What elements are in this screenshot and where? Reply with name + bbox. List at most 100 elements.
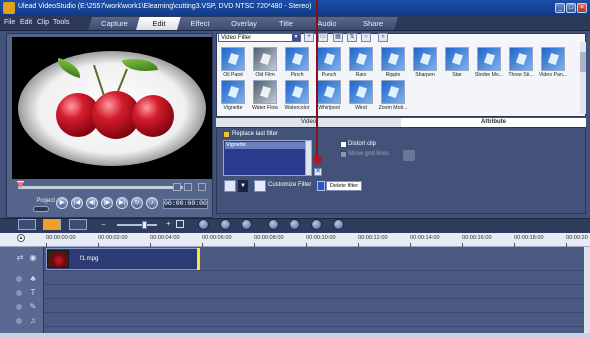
delete-filter-icon[interactable] bbox=[317, 181, 325, 191]
track-visibility-icon[interactable] bbox=[16, 290, 22, 296]
library-scroll-thumb[interactable] bbox=[580, 52, 586, 72]
title-track[interactable] bbox=[44, 285, 584, 299]
library-view-icon[interactable]: ▦ bbox=[333, 33, 343, 42]
undo-icon[interactable] bbox=[220, 219, 231, 230]
zoom-out-icon[interactable]: − bbox=[101, 220, 106, 229]
track-visibility-icon[interactable] bbox=[16, 304, 22, 310]
filter-thumbnail[interactable]: Whirlpool bbox=[314, 80, 344, 114]
maximize-button[interactable]: □ bbox=[566, 3, 576, 13]
close-button[interactable]: × bbox=[577, 3, 587, 13]
filter-thumbnail[interactable]: Oil Paint bbox=[218, 47, 248, 81]
next-frame-icon[interactable]: |▶ bbox=[101, 197, 113, 209]
mark-out-icon[interactable] bbox=[184, 183, 192, 191]
clip-end-marker[interactable] bbox=[197, 248, 200, 270]
timeline-vertical-scrollbar[interactable] bbox=[584, 247, 590, 333]
storyboard-view-button[interactable] bbox=[18, 219, 36, 230]
applied-filter-list[interactable]: Vignette bbox=[223, 140, 307, 176]
zoom-slider-handle[interactable] bbox=[142, 221, 147, 229]
filter-thumbnail[interactable]: Three Sti... bbox=[506, 47, 536, 81]
step-overlay[interactable]: Overlay bbox=[218, 17, 270, 30]
library-folder-icon[interactable]: ▭ bbox=[318, 33, 328, 42]
replace-last-filter-checkbox[interactable] bbox=[223, 131, 230, 138]
filter-list-item[interactable]: Vignette bbox=[225, 142, 305, 149]
filter-preview-icon bbox=[413, 47, 437, 71]
end-icon[interactable]: ▶| bbox=[116, 197, 128, 209]
menu-edit[interactable]: Edit bbox=[20, 19, 32, 26]
step-share[interactable]: Share bbox=[348, 17, 398, 30]
menu-clip[interactable]: Clip bbox=[37, 19, 49, 26]
distort-clip-checkbox[interactable] bbox=[340, 141, 347, 148]
filter-thumbnail[interactable]: Old Film bbox=[250, 47, 280, 81]
overlay-track[interactable] bbox=[44, 271, 584, 285]
audio-mixer-icon[interactable] bbox=[289, 219, 300, 230]
record-capture-icon[interactable] bbox=[268, 219, 279, 230]
filter-thumbnail[interactable]: Zoom Moti... bbox=[378, 80, 408, 114]
library-scrollbar[interactable] bbox=[580, 42, 586, 114]
menu-tools[interactable]: Tools bbox=[53, 19, 69, 26]
filter-thumbnail[interactable]: Watercolor bbox=[282, 80, 312, 114]
timeline-ruler[interactable] bbox=[0, 233, 590, 247]
filter-thumbnail[interactable]: Ripple bbox=[378, 47, 408, 81]
filter-thumbnail[interactable]: Sharpen bbox=[410, 47, 440, 81]
insert-media-icon[interactable] bbox=[198, 219, 209, 230]
delete-filter-button[interactable]: Delete filter bbox=[326, 181, 362, 191]
library-add-icon[interactable]: + bbox=[304, 33, 314, 42]
filter-name: Water Flow bbox=[251, 105, 279, 111]
menu-file[interactable]: File bbox=[4, 19, 15, 26]
grid-settings-icon[interactable] bbox=[403, 150, 415, 161]
step-audio[interactable]: Audio bbox=[302, 17, 352, 30]
filter-thumbnail[interactable]: Water Flow bbox=[250, 80, 280, 114]
customize-filter-button[interactable]: Customize Filter bbox=[268, 182, 311, 188]
zoom-slider[interactable] bbox=[117, 224, 157, 226]
filter-preset-icon[interactable] bbox=[224, 180, 236, 192]
minimize-button[interactable]: _ bbox=[555, 3, 565, 13]
music-track[interactable] bbox=[44, 313, 584, 327]
filter-thumbnail[interactable]: Strobe Mo... bbox=[474, 47, 504, 81]
mark-in-icon[interactable] bbox=[173, 183, 181, 191]
audio-view-button[interactable] bbox=[69, 219, 87, 230]
fit-project-icon[interactable] bbox=[176, 220, 184, 228]
library-category-dropdown[interactable]: Video Filter ▼ bbox=[218, 33, 301, 42]
track-visibility-icon[interactable] bbox=[16, 276, 22, 282]
filter-thumbnail[interactable]: Vignette bbox=[218, 80, 248, 114]
filter-thumbnail[interactable]: Wind bbox=[346, 80, 376, 114]
tab-video[interactable]: Video bbox=[216, 118, 401, 127]
show-grid-lines-checkbox[interactable] bbox=[340, 151, 347, 158]
timecode-display[interactable]: 00:00:00:00 bbox=[163, 199, 208, 209]
library-expand-icon[interactable]: » bbox=[378, 33, 388, 42]
filter-thumbnail[interactable]: Pinch bbox=[282, 47, 312, 81]
timeline-horizontal-scrollbar[interactable] bbox=[0, 333, 590, 338]
voice-track[interactable] bbox=[44, 299, 584, 313]
tab-attribute[interactable]: Attribute bbox=[401, 118, 586, 127]
remove-filter-icon[interactable]: ✕ bbox=[314, 168, 322, 176]
project-clip-toggle[interactable] bbox=[33, 206, 49, 212]
redo-icon[interactable] bbox=[241, 219, 252, 230]
auto-music-icon[interactable] bbox=[311, 219, 322, 230]
track-manager-icon[interactable]: ⇄ bbox=[15, 253, 25, 263]
volume-icon[interactable]: ♪ bbox=[146, 197, 158, 209]
cut-clip-icon[interactable] bbox=[198, 183, 206, 191]
step-edit[interactable]: Edit bbox=[136, 17, 182, 30]
step-capture[interactable]: Capture bbox=[88, 17, 141, 30]
track-visibility-icon[interactable] bbox=[16, 318, 22, 324]
home-icon[interactable]: |◀ bbox=[71, 197, 83, 209]
scroll-up-icon[interactable]: ▲ bbox=[17, 234, 25, 242]
preview-scrub-bar[interactable] bbox=[18, 186, 183, 189]
timeline-view-button[interactable] bbox=[43, 219, 61, 230]
filter-thumbnail[interactable]: Rain bbox=[346, 47, 376, 81]
filter-thumbnail[interactable]: Punch bbox=[314, 47, 344, 81]
previous-frame-icon[interactable]: ◀| bbox=[86, 197, 98, 209]
step-title[interactable]: Title bbox=[265, 17, 307, 30]
play-icon[interactable]: ▶ bbox=[56, 197, 68, 209]
library-sort-icon[interactable]: ⇅ bbox=[347, 33, 357, 42]
filter-list-scrollbar[interactable] bbox=[305, 140, 312, 176]
filter-thumbnail[interactable]: Video Pan... bbox=[538, 47, 568, 81]
zoom-in-icon[interactable]: + bbox=[166, 219, 171, 228]
repeat-icon[interactable]: ↻ bbox=[131, 197, 143, 209]
chevron-down-icon[interactable]: ▼ bbox=[238, 180, 248, 192]
filter-thumbnail[interactable]: Star bbox=[442, 47, 472, 81]
step-effect[interactable]: Effect bbox=[177, 17, 223, 30]
library-options-icon[interactable]: ○ bbox=[361, 33, 371, 42]
movie-wizard-icon[interactable] bbox=[333, 219, 344, 230]
customize-filter-icon[interactable] bbox=[254, 180, 266, 192]
